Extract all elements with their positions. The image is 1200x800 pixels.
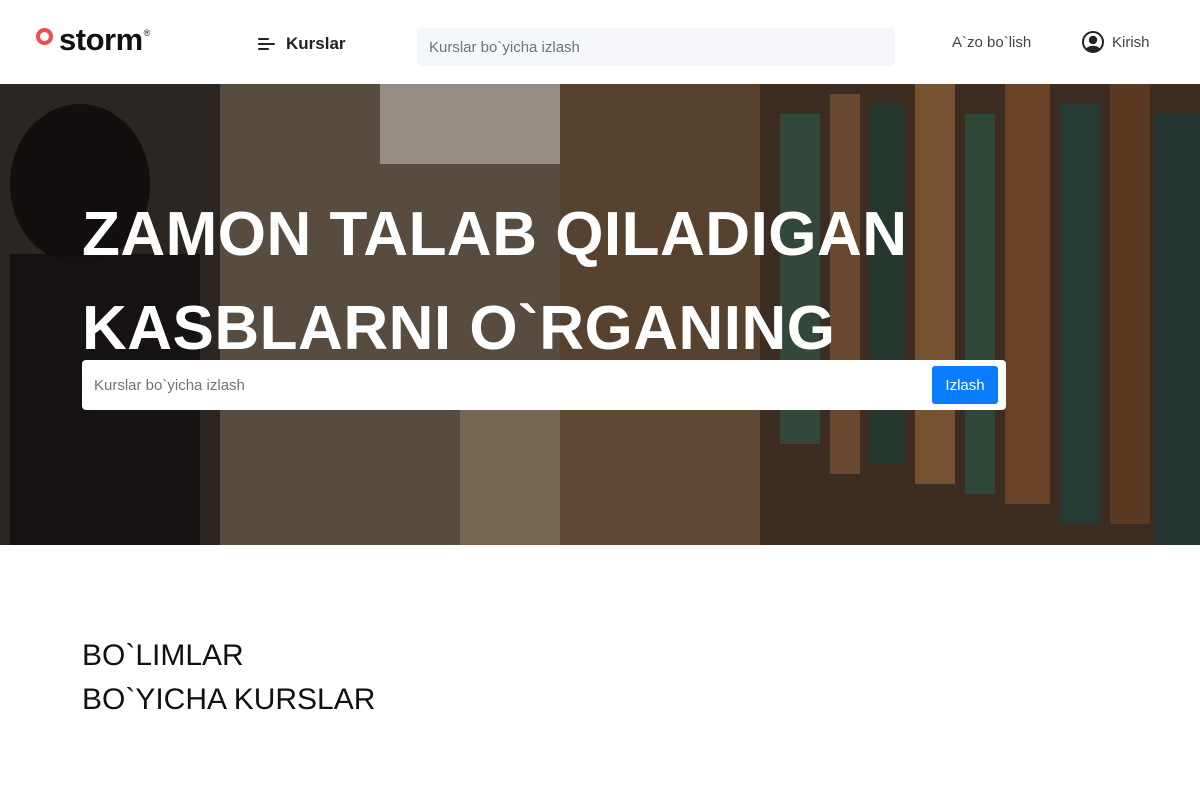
registered-mark: ® <box>143 28 151 38</box>
menu-icon <box>258 37 275 51</box>
logo-ring-icon <box>36 27 53 45</box>
hero-search-button[interactable]: Izlash <box>932 366 998 404</box>
sections-title-line-1: BO`LIMLAR <box>82 639 244 672</box>
storm-logo[interactable]: storm ® <box>36 22 150 58</box>
signup-link[interactable]: A`zo bo`lish <box>952 34 1031 51</box>
courses-menu-button[interactable]: Kurslar <box>258 32 346 56</box>
hero-title: ZAMON TALAB QILADIGAN KASBLARNI O`RGANIN… <box>82 188 908 376</box>
sections-title-line-2: BO`YICHA KURSLAR <box>82 683 376 716</box>
header-search-input[interactable] <box>417 28 895 66</box>
user-icon <box>1082 31 1104 53</box>
sections-title: BO`LIMLAR BO`YICHA KURSLAR <box>82 634 375 722</box>
courses-menu-label: Kurslar <box>286 34 346 53</box>
login-button[interactable]: Kirish <box>1082 30 1150 54</box>
hero-title-line-1: ZAMON TALAB QILADIGAN <box>82 200 908 269</box>
logo-text: storm <box>59 22 143 57</box>
login-label: Kirish <box>1112 33 1150 51</box>
hero-banner: ZAMON TALAB QILADIGAN KASBLARNI O`RGANIN… <box>0 84 1200 545</box>
hero-search-bar: Izlash <box>82 360 1006 410</box>
hero-search-input[interactable] <box>94 365 932 405</box>
top-header: storm ® Kurslar A`zo bo`lish Kirish <box>0 0 1200 84</box>
